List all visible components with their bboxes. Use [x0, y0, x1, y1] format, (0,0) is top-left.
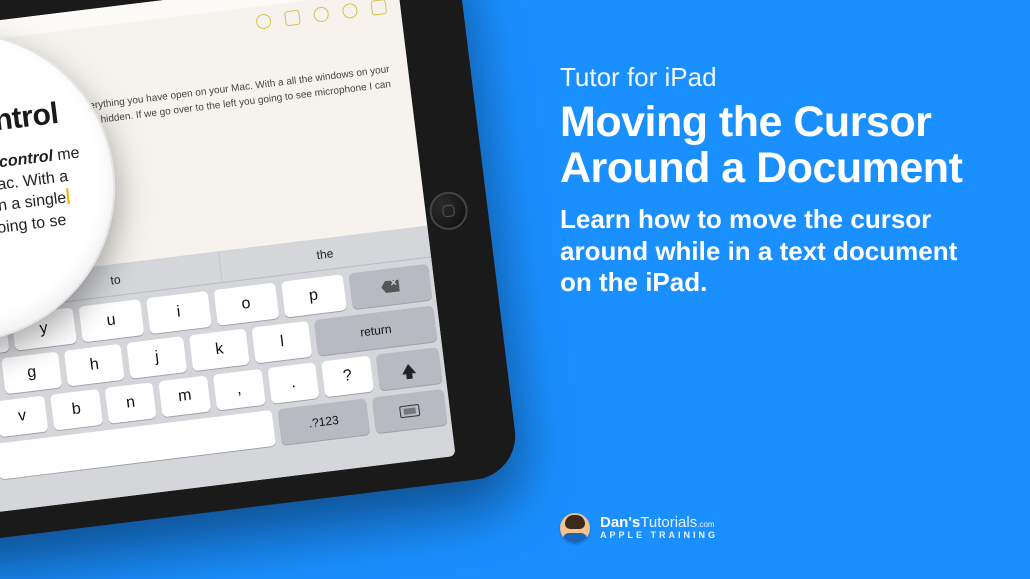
key-question[interactable]: ? — [321, 356, 374, 398]
key-v[interactable]: v — [0, 396, 49, 438]
brand-suffix: .com — [697, 520, 714, 529]
key-j[interactable]: j — [126, 336, 187, 379]
compose-icon[interactable] — [370, 0, 387, 15]
key-h[interactable]: h — [64, 344, 125, 387]
brand-tagline: APPLE TRAINING — [600, 531, 718, 540]
dismiss-keyboard-key[interactable] — [372, 389, 448, 434]
key-m[interactable]: m — [159, 376, 212, 418]
keyboard-icon — [399, 404, 420, 418]
slide-text: Tutor for iPad Moving the Cursor Around … — [560, 62, 980, 299]
backspace-key[interactable] — [348, 264, 432, 310]
shift-key-right[interactable] — [375, 347, 442, 390]
brand-name-light: Tutorials — [640, 514, 697, 531]
brand-name-bold: Dan's — [600, 514, 640, 531]
numbers-key-right[interactable]: .?123 — [277, 398, 370, 445]
return-key[interactable]: return — [314, 305, 437, 355]
avatar — [560, 513, 590, 543]
ipad-screen: 1:29 PM 73% Rec… Mission Con — [0, 0, 456, 533]
key-comma[interactable]: , — [213, 369, 266, 411]
slide-subtitle: Learn how to move the cursor around whil… — [560, 204, 980, 299]
checkmark-icon[interactable] — [255, 13, 272, 30]
shift-icon — [401, 363, 416, 375]
brand-name: Dan'sTutorials.com — [600, 515, 718, 531]
marker-icon[interactable] — [313, 6, 330, 23]
ipad-device: 1:29 PM 73% Rec… Mission Con — [0, 0, 520, 562]
backspace-icon — [380, 280, 399, 294]
key-b[interactable]: b — [50, 389, 103, 431]
share-icon[interactable] — [342, 2, 359, 19]
key-g[interactable]: g — [1, 352, 62, 395]
key-o[interactable]: o — [213, 283, 279, 326]
brand-block: Dan'sTutorials.com APPLE TRAINING — [560, 513, 718, 543]
key-n[interactable]: n — [104, 382, 157, 424]
key-period[interactable]: . — [267, 362, 320, 404]
home-button[interactable] — [427, 190, 469, 232]
key-i[interactable]: i — [146, 291, 212, 334]
key-k[interactable]: k — [189, 328, 250, 371]
key-u[interactable]: u — [78, 299, 144, 342]
tutorial-slide: Tutor for iPad Moving the Cursor Around … — [0, 0, 1030, 579]
key-p[interactable]: p — [281, 274, 347, 317]
slide-title: Moving the Cursor Around a Document — [560, 99, 980, 192]
slide-pretitle: Tutor for iPad — [560, 62, 980, 93]
camera-icon[interactable] — [284, 9, 301, 26]
key-l[interactable]: l — [252, 321, 313, 364]
